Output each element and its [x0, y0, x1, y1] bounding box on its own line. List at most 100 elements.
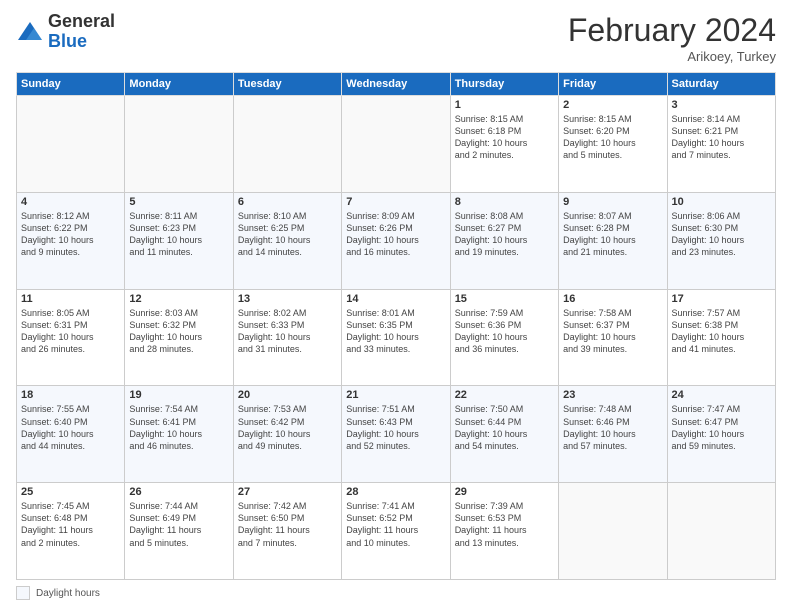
day-info: Sunrise: 8:11 AM Sunset: 6:23 PM Dayligh…	[129, 210, 228, 259]
logo-blue-text: Blue	[48, 31, 87, 51]
day-number: 22	[455, 389, 554, 401]
calendar-cell: 7 Sunrise: 8:09 AM Sunset: 6:26 PM Daylig…	[342, 192, 450, 289]
day-info: Sunrise: 7:39 AM Sunset: 6:53 PM Dayligh…	[455, 500, 554, 549]
calendar-cell: 27Sunrise: 7:42 AM Sunset: 6:50 PM Dayli…	[233, 483, 341, 580]
col-header-wednesday: Wednesday	[342, 73, 450, 96]
day-info: Sunrise: 7:53 AM Sunset: 6:42 PM Dayligh…	[238, 403, 337, 452]
calendar-cell: 2 Sunrise: 8:15 AM Sunset: 6:20 PM Daylig…	[559, 96, 667, 193]
col-header-friday: Friday	[559, 73, 667, 96]
calendar-cell: 23Sunrise: 7:48 AM Sunset: 6:46 PM Dayli…	[559, 386, 667, 483]
day-info: Sunrise: 7:47 AM Sunset: 6:47 PM Dayligh…	[672, 403, 771, 452]
header-row: SundayMondayTuesdayWednesdayThursdayFrid…	[17, 73, 776, 96]
day-info: Sunrise: 7:44 AM Sunset: 6:49 PM Dayligh…	[129, 500, 228, 549]
day-info: Sunrise: 7:58 AM Sunset: 6:37 PM Dayligh…	[563, 307, 662, 356]
week-row-2: 4Sunrise: 8:12 AM Sunset: 6:22 PM Daylig…	[17, 192, 776, 289]
calendar-cell: 8 Sunrise: 8:08 AM Sunset: 6:27 PM Daylig…	[450, 192, 558, 289]
day-number: 5	[129, 196, 228, 208]
calendar-cell	[342, 96, 450, 193]
day-number: 21	[346, 389, 445, 401]
day-number: 19	[129, 389, 228, 401]
day-number: 24	[672, 389, 771, 401]
day-number: 20	[238, 389, 337, 401]
calendar-cell: 9 Sunrise: 8:07 AM Sunset: 6:28 PM Daylig…	[559, 192, 667, 289]
calendar-cell: 6 Sunrise: 8:10 AM Sunset: 6:25 PM Daylig…	[233, 192, 341, 289]
week-row-5: 25 Sunrise: 7:45 AM Sunset: 6:48 PM Dayli…	[17, 483, 776, 580]
day-number: 29	[455, 486, 554, 498]
calendar-cell	[233, 96, 341, 193]
day-number: 15	[455, 293, 554, 305]
day-number: 12	[129, 293, 228, 305]
calendar-cell: 17 Sunrise: 7:57 AM Sunset: 6:38 PM Dayli…	[667, 289, 775, 386]
day-info: Sunrise: 8:14 AM Sunset: 6:21 PM Dayligh…	[672, 113, 771, 162]
day-info: Sunrise: 8:08 AM Sunset: 6:27 PM Dayligh…	[455, 210, 554, 259]
day-info: Sunrise: 8:12 AM Sunset: 6:22 PM Dayligh…	[21, 210, 120, 259]
week-row-1: 1Sunrise: 8:15 AM Sunset: 6:18 PM Daylig…	[17, 96, 776, 193]
calendar-cell: 21 Sunrise: 7:51 AM Sunset: 6:43 PM Dayli…	[342, 386, 450, 483]
logo: General Blue	[16, 12, 115, 52]
day-number: 13	[238, 293, 337, 305]
calendar-cell	[125, 96, 233, 193]
day-info: Sunrise: 8:01 AM Sunset: 6:35 PM Dayligh…	[346, 307, 445, 356]
day-info: Sunrise: 8:06 AM Sunset: 6:30 PM Dayligh…	[672, 210, 771, 259]
title-area: February 2024 Arikoey, Turkey	[568, 12, 776, 64]
calendar-cell	[559, 483, 667, 580]
day-info: Sunrise: 8:15 AM Sunset: 6:20 PM Dayligh…	[563, 113, 662, 162]
calendar-cell: 26 Sunrise: 7:44 AM Sunset: 6:49 PM Dayli…	[125, 483, 233, 580]
calendar-cell: 28 Sunrise: 7:41 AM Sunset: 6:52 PM Dayli…	[342, 483, 450, 580]
day-number: 9	[563, 196, 662, 208]
calendar-cell: 1Sunrise: 8:15 AM Sunset: 6:18 PM Daylig…	[450, 96, 558, 193]
day-info: Sunrise: 7:41 AM Sunset: 6:52 PM Dayligh…	[346, 500, 445, 549]
day-number: 23	[563, 389, 662, 401]
day-info: Sunrise: 7:54 AM Sunset: 6:41 PM Dayligh…	[129, 403, 228, 452]
calendar-cell: 16 Sunrise: 7:58 AM Sunset: 6:37 PM Dayli…	[559, 289, 667, 386]
calendar-cell: 13 Sunrise: 8:02 AM Sunset: 6:33 PM Dayli…	[233, 289, 341, 386]
day-number: 1	[455, 99, 554, 111]
day-number: 2	[563, 99, 662, 111]
col-header-monday: Monday	[125, 73, 233, 96]
day-number: 26	[129, 486, 228, 498]
calendar-cell	[17, 96, 125, 193]
day-info: Sunrise: 7:45 AM Sunset: 6:48 PM Dayligh…	[21, 500, 120, 549]
day-info: Sunrise: 7:51 AM Sunset: 6:43 PM Dayligh…	[346, 403, 445, 452]
day-number: 6	[238, 196, 337, 208]
calendar-cell: 12Sunrise: 8:03 AM Sunset: 6:32 PM Dayli…	[125, 289, 233, 386]
day-number: 27	[238, 486, 337, 498]
page: General Blue February 2024 Arikoey, Turk…	[0, 0, 792, 612]
day-info: Sunrise: 8:02 AM Sunset: 6:33 PM Dayligh…	[238, 307, 337, 356]
header: General Blue February 2024 Arikoey, Turk…	[16, 12, 776, 64]
calendar-cell	[667, 483, 775, 580]
footer: Daylight hours	[16, 586, 776, 600]
day-number: 16	[563, 293, 662, 305]
day-number: 10	[672, 196, 771, 208]
calendar-cell: 20 Sunrise: 7:53 AM Sunset: 6:42 PM Dayli…	[233, 386, 341, 483]
calendar-cell: 3Sunrise: 8:14 AM Sunset: 6:21 PM Daylig…	[667, 96, 775, 193]
calendar-header: SundayMondayTuesdayWednesdayThursdayFrid…	[17, 73, 776, 96]
calendar-cell: 25 Sunrise: 7:45 AM Sunset: 6:48 PM Dayli…	[17, 483, 125, 580]
calendar-cell: 19 Sunrise: 7:54 AM Sunset: 6:41 PM Dayli…	[125, 386, 233, 483]
day-number: 7	[346, 196, 445, 208]
day-info: Sunrise: 8:07 AM Sunset: 6:28 PM Dayligh…	[563, 210, 662, 259]
calendar-cell: 5 Sunrise: 8:11 AM Sunset: 6:23 PM Daylig…	[125, 192, 233, 289]
daylight-label: Daylight hours	[36, 588, 100, 599]
day-number: 25	[21, 486, 120, 498]
day-number: 17	[672, 293, 771, 305]
calendar-table: SundayMondayTuesdayWednesdayThursdayFrid…	[16, 72, 776, 580]
daylight-color-box	[16, 586, 30, 600]
calendar-cell: 10 Sunrise: 8:06 AM Sunset: 6:30 PM Dayli…	[667, 192, 775, 289]
day-info: Sunrise: 7:55 AM Sunset: 6:40 PM Dayligh…	[21, 403, 120, 452]
logo-icon	[16, 18, 44, 46]
day-number: 14	[346, 293, 445, 305]
week-row-3: 11Sunrise: 8:05 AM Sunset: 6:31 PM Dayli…	[17, 289, 776, 386]
week-row-4: 18Sunrise: 7:55 AM Sunset: 6:40 PM Dayli…	[17, 386, 776, 483]
location-subtitle: Arikoey, Turkey	[568, 49, 776, 64]
day-number: 28	[346, 486, 445, 498]
calendar-cell: 18Sunrise: 7:55 AM Sunset: 6:40 PM Dayli…	[17, 386, 125, 483]
day-info: Sunrise: 8:10 AM Sunset: 6:25 PM Dayligh…	[238, 210, 337, 259]
calendar-cell: 4Sunrise: 8:12 AM Sunset: 6:22 PM Daylig…	[17, 192, 125, 289]
calendar-cell: 14 Sunrise: 8:01 AM Sunset: 6:35 PM Dayli…	[342, 289, 450, 386]
col-header-thursday: Thursday	[450, 73, 558, 96]
calendar-cell: 11Sunrise: 8:05 AM Sunset: 6:31 PM Dayli…	[17, 289, 125, 386]
day-info: Sunrise: 7:57 AM Sunset: 6:38 PM Dayligh…	[672, 307, 771, 356]
day-number: 8	[455, 196, 554, 208]
day-info: Sunrise: 8:09 AM Sunset: 6:26 PM Dayligh…	[346, 210, 445, 259]
